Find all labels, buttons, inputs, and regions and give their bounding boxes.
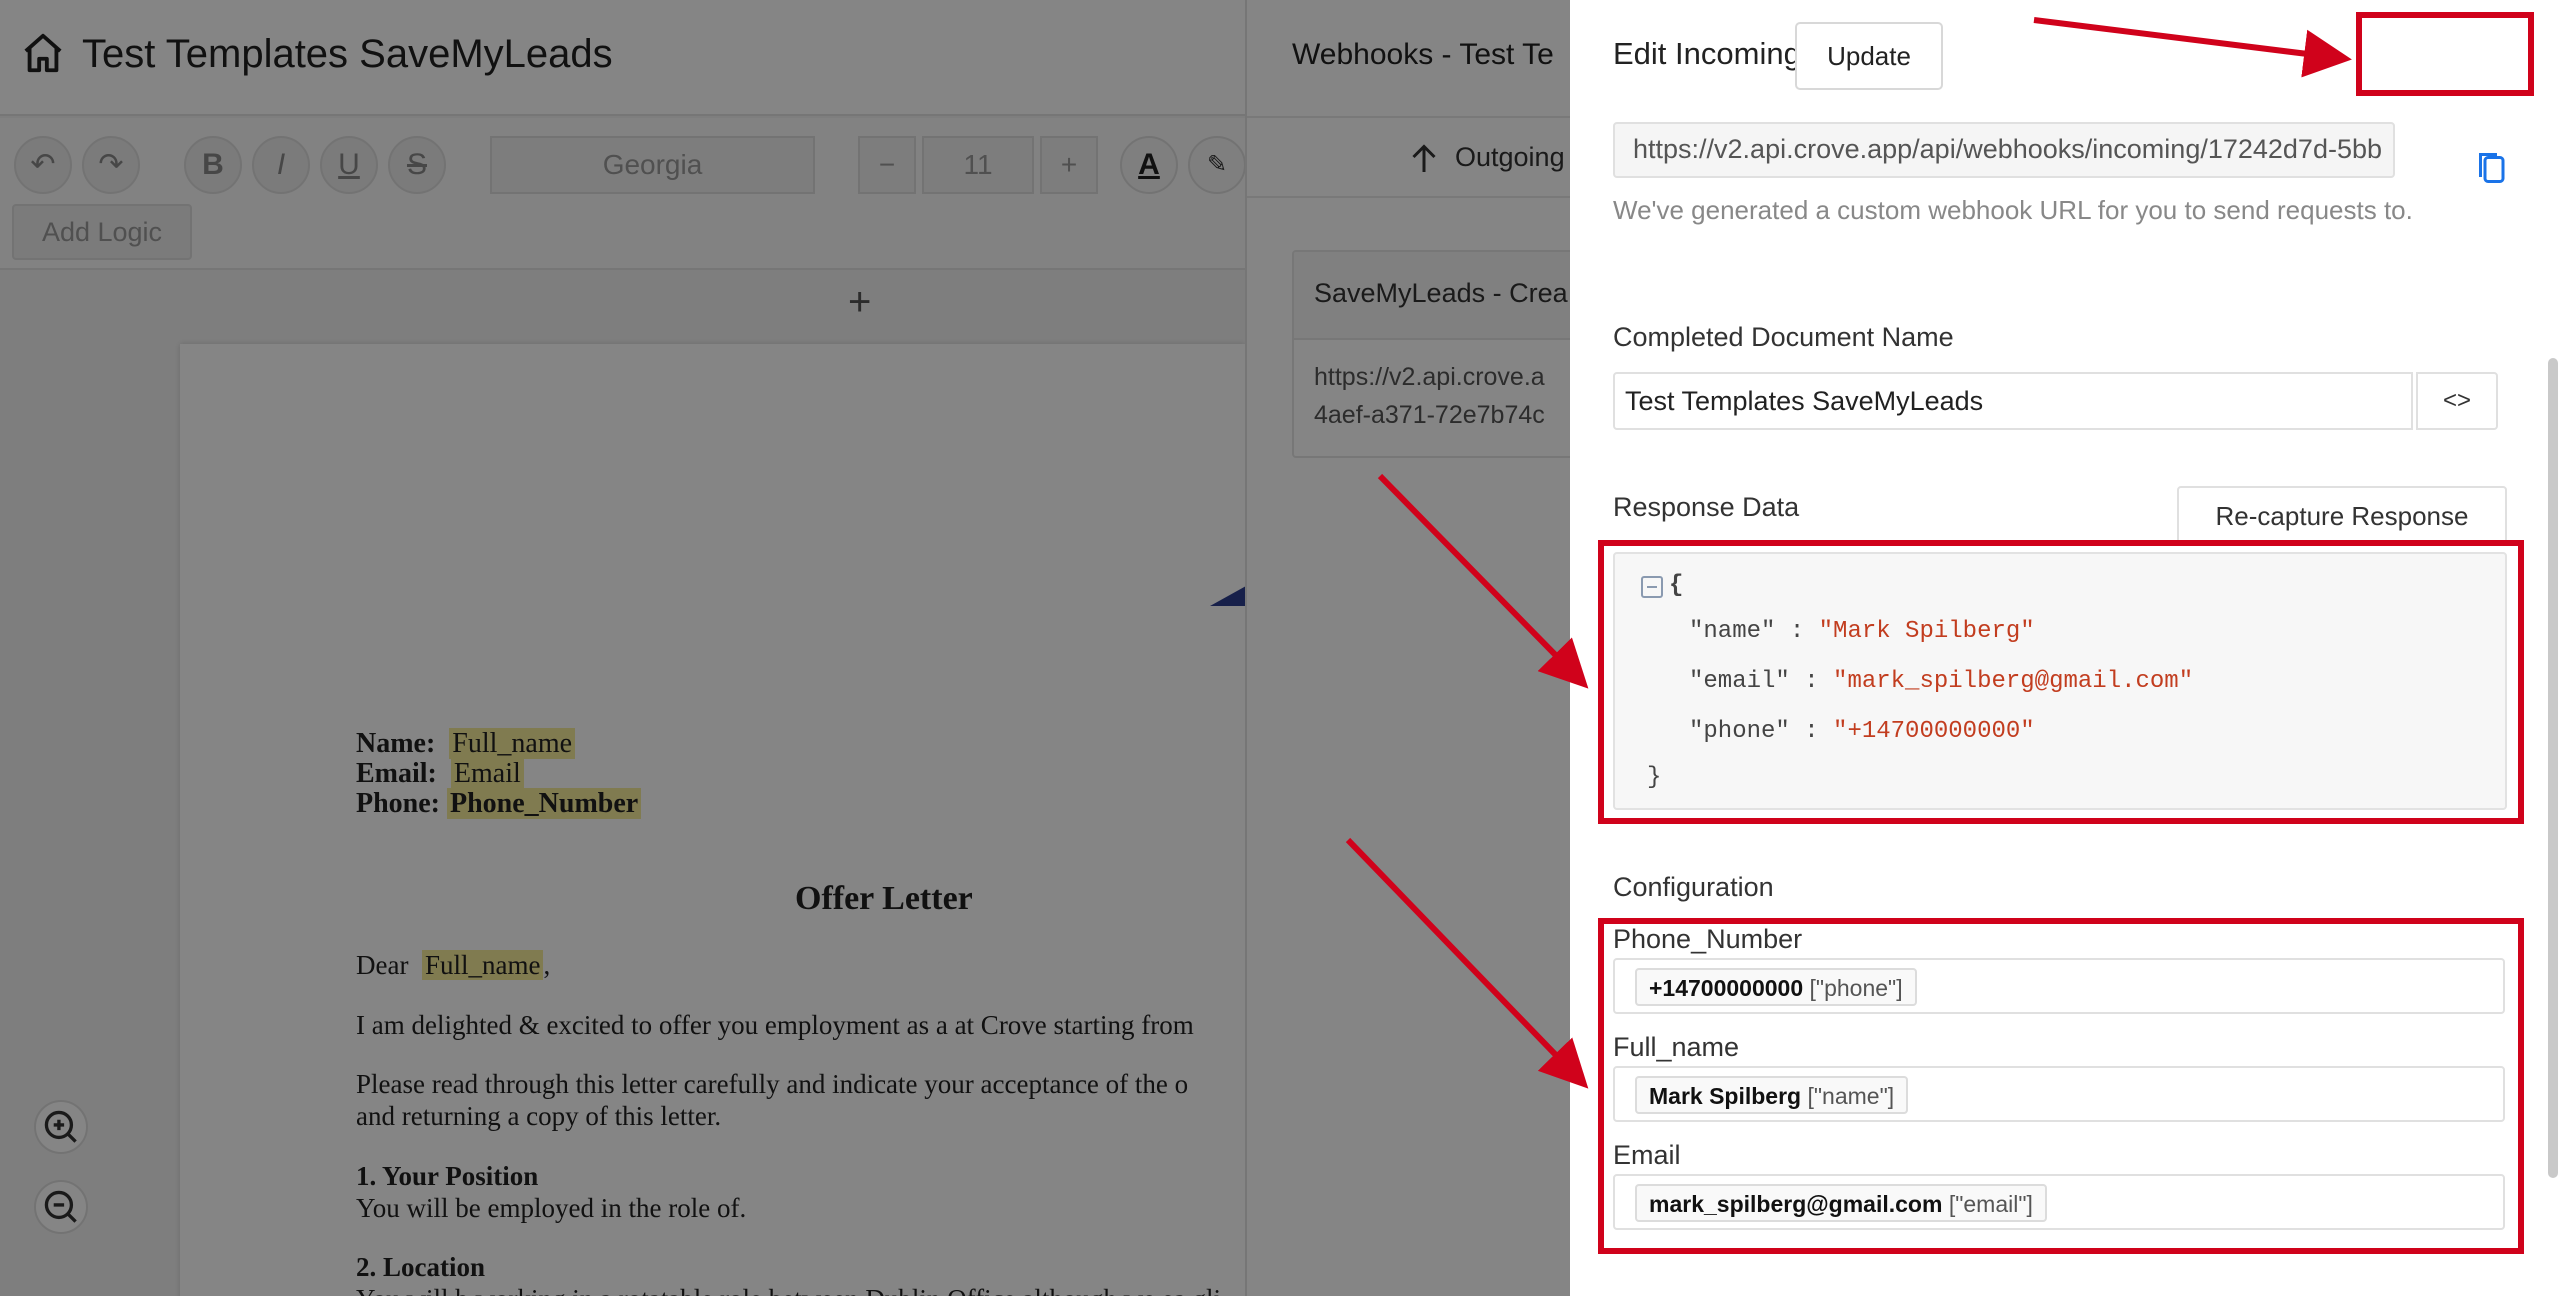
doc-name-input[interactable]: Test Templates SaveMyLeads (1613, 372, 2413, 430)
annotation-box-configuration (1598, 918, 2524, 1254)
webhook-url-hint: We've generated a custom webhook URL for… (1613, 195, 2413, 225)
update-button[interactable]: Update (1795, 22, 1943, 90)
response-data-label: Response Data (1613, 492, 1800, 522)
modal-backdrop[interactable] (0, 0, 1570, 1296)
app-root: Test Templates SaveMyLeads ↶ ↷ B I U S G… (0, 0, 2560, 1296)
recapture-response-button[interactable]: Re-capture Response (2177, 486, 2507, 546)
annotation-box-update (2356, 12, 2534, 96)
doc-name-label: Completed Document Name (1613, 322, 1954, 352)
drawer-scrollbar[interactable] (2548, 358, 2558, 1178)
webhook-url-field[interactable]: https://v2.api.crove.app/api/webhooks/in… (1613, 122, 2395, 178)
annotation-box-response (1598, 540, 2524, 824)
configuration-label: Configuration (1613, 872, 1774, 902)
insert-variable-button[interactable]: <> (2416, 372, 2498, 430)
copy-icon[interactable] (2476, 150, 2506, 186)
